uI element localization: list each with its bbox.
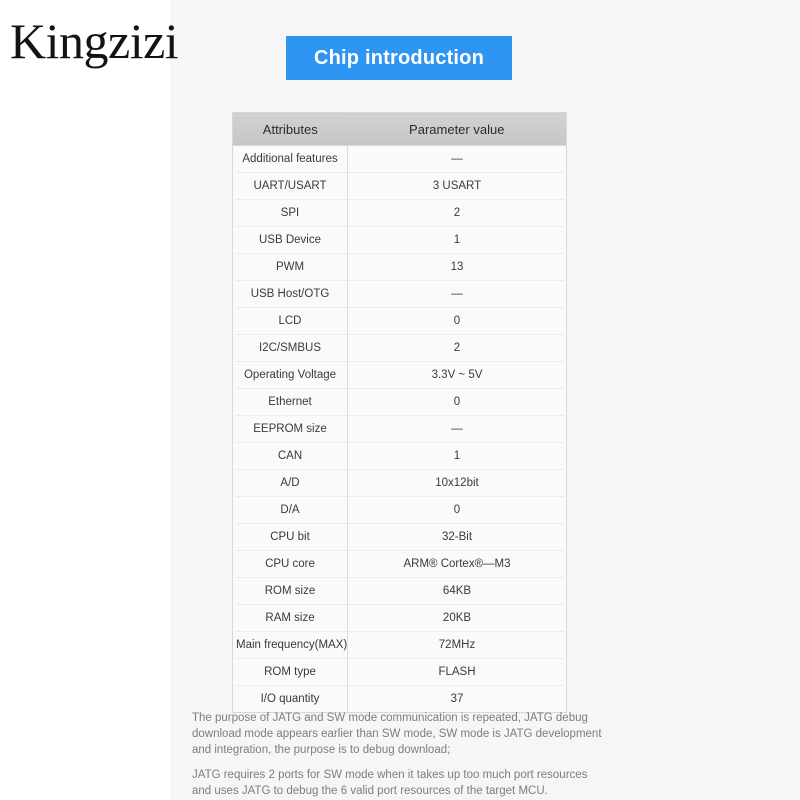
section-banner-label: Chip introduction bbox=[313, 46, 485, 69]
cell-attribute: CPU bit bbox=[232, 523, 348, 551]
cell-value: 0 bbox=[347, 307, 567, 335]
cell-attribute: RAM size bbox=[232, 604, 348, 632]
cell-value: 10x12bit bbox=[347, 469, 567, 497]
cell-attribute: Operating Voltage bbox=[232, 361, 348, 389]
cell-attribute: Main frequency(MAX) bbox=[232, 631, 348, 659]
cell-value: 20KB bbox=[347, 604, 567, 632]
table-row: CPU bit 32-Bit bbox=[232, 523, 567, 551]
chip-spec-table: Attributes Parameter value Additional fe… bbox=[232, 112, 567, 713]
cell-value: 1 bbox=[347, 442, 567, 470]
table-row: CPU core ARM® Cortex®—M3 bbox=[232, 550, 567, 578]
table-row: ROM size 64KB bbox=[232, 577, 567, 605]
cell-attribute: USB Device bbox=[232, 226, 348, 254]
cell-value: 3 USART bbox=[347, 172, 567, 200]
cell-attribute: ROM type bbox=[232, 658, 348, 686]
notes-section: The purpose of JATG and SW mode communic… bbox=[192, 710, 608, 799]
cell-value: 0 bbox=[347, 388, 567, 416]
cell-attribute: Ethernet bbox=[232, 388, 348, 416]
cell-value: ARM® Cortex®—M3 bbox=[347, 550, 567, 578]
cell-value: 3.3V ~ 5V bbox=[347, 361, 567, 389]
cell-attribute: CPU core bbox=[232, 550, 348, 578]
cell-value: 13 bbox=[347, 253, 567, 281]
table-row: CAN 1 bbox=[232, 442, 567, 470]
table-row: USB Device 1 bbox=[232, 226, 567, 254]
table-row: Operating Voltage 3.3V ~ 5V bbox=[232, 361, 567, 389]
table-row: UART/USART 3 USART bbox=[232, 172, 567, 200]
brand-logo: Kingzizi bbox=[10, 13, 179, 69]
table-row: EEPROM size — bbox=[232, 415, 567, 443]
table-row: D/A 0 bbox=[232, 496, 567, 524]
cell-attribute: CAN bbox=[232, 442, 348, 470]
cell-value: 72MHz bbox=[347, 631, 567, 659]
cell-attribute: PWM bbox=[232, 253, 348, 281]
cell-value: 1 bbox=[347, 226, 567, 254]
cell-attribute: A/D bbox=[232, 469, 348, 497]
cell-value: 64KB bbox=[347, 577, 567, 605]
column-header-attributes: Attributes bbox=[232, 112, 348, 146]
section-banner-chip-introduction: Chip introduction bbox=[286, 36, 512, 80]
note-paragraph-1: The purpose of JATG and SW mode communic… bbox=[192, 712, 602, 756]
table-row: I/O quantity 37 bbox=[232, 685, 567, 713]
cell-value: — bbox=[347, 145, 567, 173]
table-row: LCD 0 bbox=[232, 307, 567, 335]
table-row: PWM 13 bbox=[232, 253, 567, 281]
cell-value: 2 bbox=[347, 199, 567, 227]
table-row: USB Host/OTG — bbox=[232, 280, 567, 308]
table-row: Ethernet 0 bbox=[232, 388, 567, 416]
note-paragraph-2: JATG requires 2 ports for SW mode when i… bbox=[192, 769, 588, 797]
cell-value: — bbox=[347, 415, 567, 443]
table-header: Attributes Parameter value bbox=[232, 112, 567, 146]
column-header-parameter-value: Parameter value bbox=[347, 112, 567, 146]
table-body: Additional features — UART/USART 3 USART SPI… bbox=[232, 145, 567, 713]
cell-attribute: Additional features bbox=[232, 145, 348, 173]
table-row: Main frequency(MAX) 72MHz bbox=[232, 631, 567, 659]
cell-attribute: I2C/SMBUS bbox=[232, 334, 348, 362]
cell-value: FLASH bbox=[347, 658, 567, 686]
cell-attribute: UART/USART bbox=[232, 172, 348, 200]
chip-spec-table-container: Attributes Parameter value Additional fe… bbox=[232, 112, 567, 713]
table-row: RAM size 20KB bbox=[232, 604, 567, 632]
table-row: A/D 10x12bit bbox=[232, 469, 567, 497]
cell-value: 37 bbox=[347, 685, 567, 713]
cell-value: 2 bbox=[347, 334, 567, 362]
cell-attribute: I/O quantity bbox=[232, 685, 348, 713]
table-row: Additional features — bbox=[232, 145, 567, 173]
cell-value: 0 bbox=[347, 496, 567, 524]
cell-attribute: ROM size bbox=[232, 577, 348, 605]
cell-attribute: EEPROM size bbox=[232, 415, 348, 443]
table-row: ROM type FLASH bbox=[232, 658, 567, 686]
table-row: SPI 2 bbox=[232, 199, 567, 227]
table-row: I2C/SMBUS 2 bbox=[232, 334, 567, 362]
cell-attribute: USB Host/OTG bbox=[232, 280, 348, 308]
cell-value: — bbox=[347, 280, 567, 308]
cell-attribute: LCD bbox=[232, 307, 348, 335]
left-white-panel bbox=[0, 0, 170, 800]
cell-attribute: SPI bbox=[232, 199, 348, 227]
table-header-row: Attributes Parameter value bbox=[232, 112, 567, 146]
cell-value: 32-Bit bbox=[347, 523, 567, 551]
cell-attribute: D/A bbox=[232, 496, 348, 524]
